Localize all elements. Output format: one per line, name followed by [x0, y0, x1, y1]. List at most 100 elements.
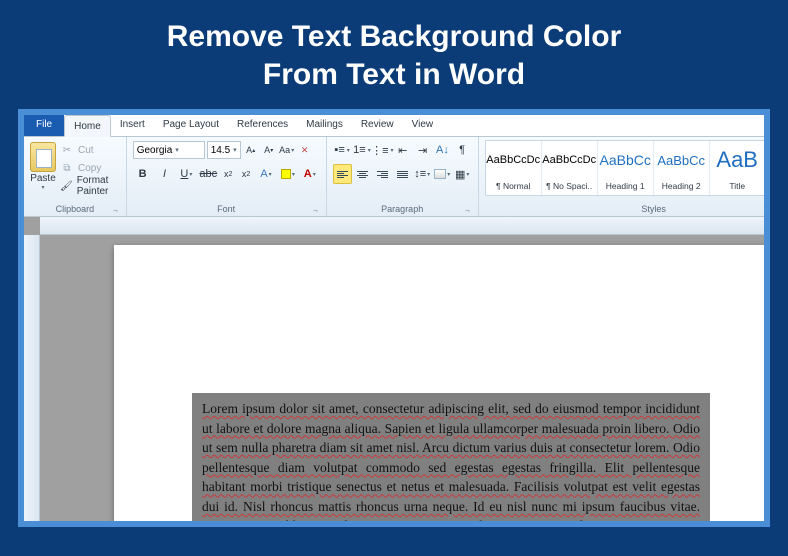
subscript-button[interactable]: x2	[220, 164, 236, 184]
paste-dropdown-icon: ▾	[41, 184, 44, 191]
justify-button[interactable]	[393, 164, 412, 184]
cut-label: Cut	[78, 145, 94, 156]
font-color-icon: A	[304, 168, 312, 180]
cut-button[interactable]: ✂ Cut	[60, 142, 120, 158]
format-painter-button[interactable]: 🖌 Format Painter	[60, 178, 120, 194]
multilevel-list-button[interactable]: ⋮≡▾	[372, 140, 392, 160]
show-hide-marks-button[interactable]: ¶	[453, 140, 472, 160]
tab-review[interactable]: Review	[352, 114, 403, 136]
paste-icon	[30, 142, 56, 172]
tab-insert[interactable]: Insert	[111, 114, 154, 136]
align-center-icon	[357, 171, 368, 178]
style-preview: AaBbCcDc	[542, 145, 596, 175]
font-name-value: Georgia	[137, 145, 173, 156]
tab-mailings[interactable]: Mailings	[297, 114, 352, 136]
tab-home[interactable]: Home	[64, 115, 111, 137]
grow-font-button[interactable]: A▴	[243, 140, 259, 160]
vertical-ruler[interactable]	[24, 235, 40, 521]
highlight-color-icon	[281, 169, 291, 179]
line-spacing-button[interactable]: ↕≡▾	[413, 164, 432, 184]
font-group-label: Font	[133, 203, 320, 216]
align-center-button[interactable]	[353, 164, 372, 184]
shrink-font-button[interactable]: A▾	[261, 140, 277, 160]
shading-icon	[434, 169, 446, 179]
styles-group-label: Styles	[485, 203, 770, 216]
style-preview: AaBbCc	[600, 145, 651, 175]
document-body-text[interactable]: Lorem ipsum dolor sit amet, consectetur …	[202, 399, 700, 521]
underline-button[interactable]: U▾	[176, 164, 196, 184]
shading-button[interactable]: ▾	[433, 164, 452, 184]
paste-button[interactable]: Paste ▾	[30, 140, 56, 191]
style-name: ¶ No Spaci..	[546, 181, 592, 191]
copy-label: Copy	[78, 163, 101, 174]
style-subtitle[interactable]: AaBbCc. Subtitle	[766, 141, 770, 195]
style-normal[interactable]: AaBbCcDc ¶ Normal	[486, 141, 542, 195]
style-title[interactable]: AaB Title	[710, 141, 766, 195]
group-clipboard: Paste ▾ ✂ Cut ⧉ Copy 🖌 Format Painter	[24, 137, 127, 216]
tab-view[interactable]: View	[403, 114, 443, 136]
document-area: Lorem ipsum dolor sit amet, consectetur …	[24, 217, 764, 521]
copy-button[interactable]: ⧉ Copy	[60, 160, 120, 176]
clipboard-group-label: Clipboard	[30, 203, 120, 216]
align-left-button[interactable]	[333, 164, 352, 184]
align-right-icon	[377, 171, 388, 178]
font-size-combo[interactable]: 14.5▾	[207, 141, 241, 159]
text-effects-button[interactable]: A▾	[256, 164, 276, 184]
multilevel-icon: ⋮≡	[371, 144, 388, 157]
style-heading-1[interactable]: AaBbCc Heading 1	[598, 141, 654, 195]
clear-formatting-button[interactable]: ✕	[297, 140, 313, 160]
title-line-2: From Text in Word	[0, 56, 788, 94]
group-font: Georgia▾ 14.5▾ A▴ A▾ Aa▾ ✕ B I U▾	[127, 137, 327, 216]
numbering-icon: 1≡	[353, 144, 366, 156]
format-painter-label: Format Painter	[77, 175, 120, 197]
style-no-spacing[interactable]: AaBbCcDc ¶ No Spaci..	[542, 141, 598, 195]
group-paragraph: ▪≡▾ 1≡▾ ⋮≡▾ ⇤ ⇥ A↓ ¶ ↕≡▾ ▾	[327, 137, 479, 216]
ribbon: Paste ▾ ✂ Cut ⧉ Copy 🖌 Format Painter	[24, 137, 764, 217]
bullets-icon: ▪≡	[334, 144, 344, 156]
title-line-1: Remove Text Background Color	[0, 18, 788, 56]
group-styles: AaBbCcDc ¶ Normal AaBbCcDc ¶ No Spaci.. …	[479, 137, 770, 216]
increase-indent-button[interactable]: ⇥	[413, 140, 432, 160]
style-preview: AaB	[716, 145, 758, 175]
tab-references[interactable]: References	[228, 114, 297, 136]
horizontal-ruler[interactable]	[40, 217, 764, 235]
paragraph-group-label: Paragraph	[333, 203, 472, 216]
tab-file[interactable]: File	[24, 114, 64, 136]
chevron-down-icon: ▾	[233, 146, 237, 154]
format-painter-icon: 🖌	[60, 179, 73, 193]
style-preview: AaBbCcDc	[486, 145, 540, 175]
justify-icon	[397, 171, 408, 178]
numbering-button[interactable]: 1≡▾	[353, 140, 372, 160]
style-name: Heading 2	[662, 181, 701, 191]
borders-button[interactable]: ▦▾	[453, 164, 472, 184]
align-right-button[interactable]	[373, 164, 392, 184]
style-name: ¶ Normal	[496, 181, 530, 191]
align-left-icon	[337, 171, 348, 178]
chevron-down-icon: ▾	[175, 146, 179, 154]
sort-button[interactable]: A↓	[433, 140, 452, 160]
style-heading-2[interactable]: AaBbCc Heading 2	[654, 141, 710, 195]
font-color-button[interactable]: A▾	[300, 164, 320, 184]
word-window: File Home Insert Page Layout References …	[18, 109, 770, 527]
highlight-button[interactable]: ▾	[278, 164, 298, 184]
styles-gallery[interactable]: AaBbCcDc ¶ Normal AaBbCcDc ¶ No Spaci.. …	[485, 140, 770, 196]
bold-button[interactable]: B	[133, 164, 153, 184]
change-case-button[interactable]: Aa▾	[279, 140, 295, 160]
style-preview: AaBbCc	[657, 145, 705, 175]
paste-label: Paste	[30, 173, 56, 184]
highlighted-text-block[interactable]: Lorem ipsum dolor sit amet, consectetur …	[192, 393, 710, 521]
scissors-icon: ✂	[60, 143, 74, 157]
style-name: Title	[729, 181, 745, 191]
tab-page-layout[interactable]: Page Layout	[154, 114, 228, 136]
copy-icon: ⧉	[60, 161, 74, 175]
style-name: Heading 1	[606, 181, 645, 191]
bullets-button[interactable]: ▪≡▾	[333, 140, 352, 160]
superscript-button[interactable]: x2	[238, 164, 254, 184]
font-size-value: 14.5	[211, 145, 230, 156]
italic-button[interactable]: I	[155, 164, 175, 184]
font-name-combo[interactable]: Georgia▾	[133, 141, 205, 159]
decrease-indent-button[interactable]: ⇤	[393, 140, 412, 160]
ribbon-tabs: File Home Insert Page Layout References …	[24, 115, 764, 137]
tutorial-title: Remove Text Background Color From Text i…	[0, 0, 788, 109]
strikethrough-button[interactable]: abc	[198, 164, 218, 184]
